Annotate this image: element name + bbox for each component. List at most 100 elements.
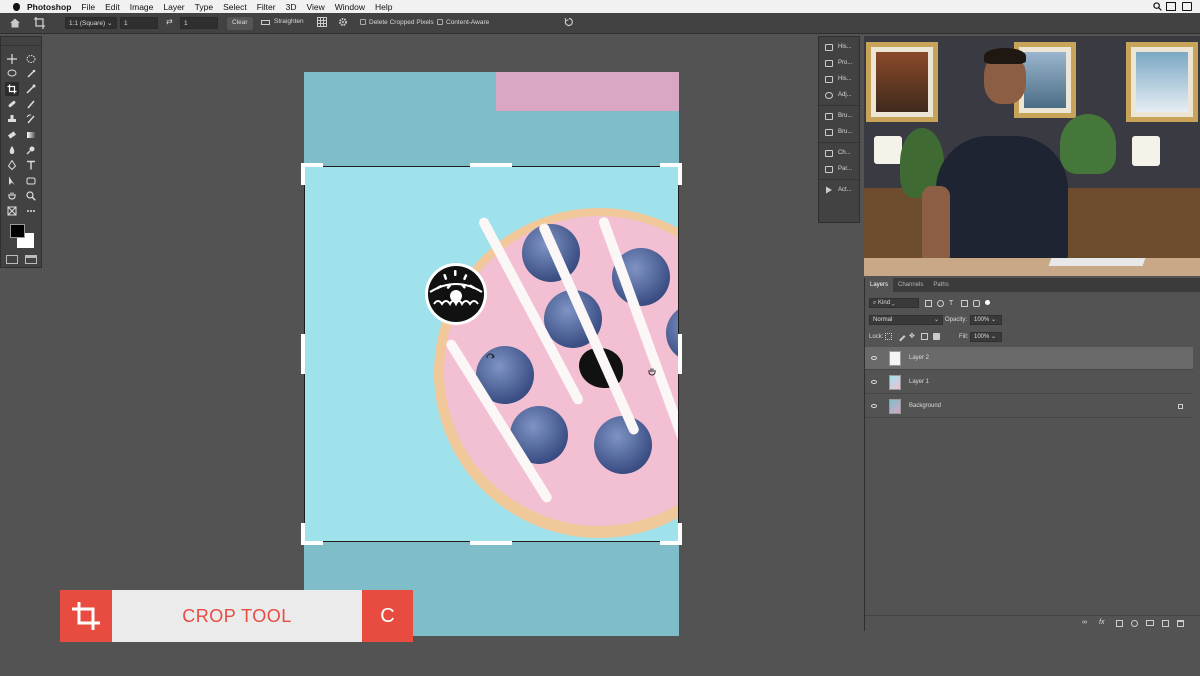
move-tool-icon[interactable] <box>5 52 19 66</box>
dock-brushes[interactable]: Bru... <box>819 108 859 124</box>
apple-menu-icon[interactable] <box>11 2 21 12</box>
crop-handle-bottom[interactable] <box>470 541 512 545</box>
height-field[interactable]: 1 <box>180 17 218 29</box>
quick-mask-icon[interactable] <box>6 255 18 264</box>
brush-tool-icon[interactable] <box>24 97 38 111</box>
gear-icon[interactable] <box>338 17 348 27</box>
dock-character[interactable]: Ch... <box>819 145 859 161</box>
crop-tool-icon[interactable] <box>5 82 19 96</box>
gradient-tool-icon[interactable] <box>24 128 38 142</box>
layer-row-background[interactable]: Background <box>865 395 1193 418</box>
menu-3d[interactable]: 3D <box>286 2 297 12</box>
tab-layers[interactable]: Layers <box>865 278 894 292</box>
crop-tool-preset-icon[interactable] <box>33 16 47 30</box>
filter-shape-icon[interactable] <box>961 300 968 307</box>
foreground-color-swatch[interactable] <box>10 224 25 238</box>
layer-row-layer-2[interactable]: Layer 2 <box>865 347 1193 370</box>
dodge-tool-icon[interactable] <box>24 143 38 157</box>
blur-tool-icon[interactable] <box>5 143 19 157</box>
dock-adjustments[interactable]: Adj... <box>819 87 859 103</box>
app-menu[interactable]: Photoshop <box>27 2 71 12</box>
adjustment-layer-icon[interactable] <box>1131 620 1138 627</box>
visibility-eye-icon[interactable] <box>871 380 877 384</box>
lock-artboard-icon[interactable] <box>921 333 928 340</box>
panel-grip[interactable] <box>1 37 41 46</box>
ratio-dropdown[interactable]: 1:1 (Square) ⌄ <box>65 17 117 29</box>
new-layer-icon[interactable] <box>1162 620 1169 627</box>
more-tools-icon[interactable] <box>24 204 38 218</box>
filter-smart-object-icon[interactable] <box>973 300 980 307</box>
dock-histogram[interactable]: His... <box>819 71 859 87</box>
menu-select[interactable]: Select <box>223 2 247 12</box>
menu-edit[interactable]: Edit <box>105 2 120 12</box>
dock-brush-settings[interactable]: Bru... <box>819 124 859 140</box>
layer-style-icon[interactable]: fx <box>1099 619 1104 626</box>
clear-button[interactable]: Clear <box>227 17 253 30</box>
menu-help[interactable]: Help <box>375 2 392 12</box>
menu-layer[interactable]: Layer <box>163 2 184 12</box>
menu-image[interactable]: Image <box>130 2 154 12</box>
crop-handle-top-left[interactable] <box>301 163 305 185</box>
frame-tool-icon[interactable] <box>5 204 19 218</box>
menu-file[interactable]: File <box>81 2 95 12</box>
crop-handle-right[interactable] <box>678 334 682 374</box>
eyedropper-tool-icon[interactable] <box>24 82 38 96</box>
pen-tool-icon[interactable] <box>5 158 19 172</box>
menu-type[interactable]: Type <box>195 2 213 12</box>
crop-handle-left[interactable] <box>301 334 305 374</box>
lock-icon[interactable] <box>1178 403 1183 409</box>
path-select-tool-icon[interactable] <box>5 174 19 188</box>
home-icon[interactable] <box>9 17 21 29</box>
overlay-grid-icon[interactable] <box>317 17 327 27</box>
delete-cropped-checkbox[interactable]: Delete Cropped Pixels <box>360 19 434 26</box>
dock-history[interactable]: His... <box>819 39 859 55</box>
filter-pixel-icon[interactable] <box>925 300 932 307</box>
layer-mask-icon[interactable] <box>1116 620 1123 627</box>
crop-handle-bottom-right[interactable] <box>678 523 682 545</box>
content-aware-checkbox[interactable]: Content-Aware <box>437 19 489 26</box>
link-layers-icon[interactable]: ∞ <box>1082 619 1087 626</box>
hand-tool-icon[interactable] <box>5 189 19 203</box>
visibility-eye-icon[interactable] <box>871 356 877 360</box>
search-icon[interactable] <box>1153 2 1162 11</box>
lasso-tool-icon[interactable] <box>5 67 19 81</box>
visibility-eye-icon[interactable] <box>871 404 877 408</box>
screen-mode-icon[interactable] <box>25 255 37 264</box>
stamp-tool-icon[interactable] <box>5 112 19 126</box>
quick-select-tool-icon[interactable] <box>24 67 38 81</box>
filter-type-icon[interactable]: T <box>949 300 956 307</box>
lock-pixels-icon[interactable] <box>895 331 906 342</box>
lock-position-icon[interactable]: ✥ <box>909 333 916 340</box>
straighten-button[interactable]: Straighten <box>274 18 304 25</box>
crop-handle-bottom-left[interactable] <box>301 523 305 545</box>
zoom-tool-icon[interactable] <box>24 189 38 203</box>
menu-view[interactable]: View <box>306 2 324 12</box>
reset-icon[interactable] <box>564 17 574 27</box>
dock-properties[interactable]: Pro... <box>819 55 859 71</box>
healing-brush-tool-icon[interactable] <box>5 97 19 111</box>
menu-window[interactable]: Window <box>335 2 365 12</box>
trash-icon[interactable] <box>1177 620 1184 627</box>
blend-mode-dropdown[interactable]: Normal ⌄ <box>869 315 943 325</box>
crop-handle-top[interactable] <box>470 163 512 167</box>
dock-paragraph[interactable]: Par... <box>819 161 859 177</box>
eraser-tool-icon[interactable] <box>5 128 19 142</box>
crop-handle-top-right[interactable] <box>678 163 682 185</box>
history-brush-tool-icon[interactable] <box>24 112 38 126</box>
group-folder-icon[interactable] <box>1146 620 1154 626</box>
filter-adjustment-icon[interactable] <box>937 300 944 307</box>
share-icon[interactable] <box>1182 2 1192 11</box>
opacity-field[interactable]: 100% ⌄ <box>970 315 1002 325</box>
swap-icon[interactable]: ⇄ <box>166 17 173 26</box>
type-tool-icon[interactable] <box>24 158 38 172</box>
dock-actions[interactable]: Act... <box>819 182 859 198</box>
marquee-tool-icon[interactable] <box>24 52 38 66</box>
tab-paths[interactable]: Paths <box>928 278 953 292</box>
layer-row-layer-1[interactable]: Layer 1 <box>865 371 1193 394</box>
lock-all-icon[interactable] <box>933 333 940 340</box>
width-field[interactable]: 1 <box>120 17 158 29</box>
fill-field[interactable]: 100% ⌄ <box>970 332 1002 342</box>
lock-transparent-icon[interactable] <box>885 333 892 340</box>
filter-toggle-icon[interactable] <box>985 300 990 305</box>
kind-filter-dropdown[interactable]: ⌕ Kind ⌄ <box>869 298 919 308</box>
